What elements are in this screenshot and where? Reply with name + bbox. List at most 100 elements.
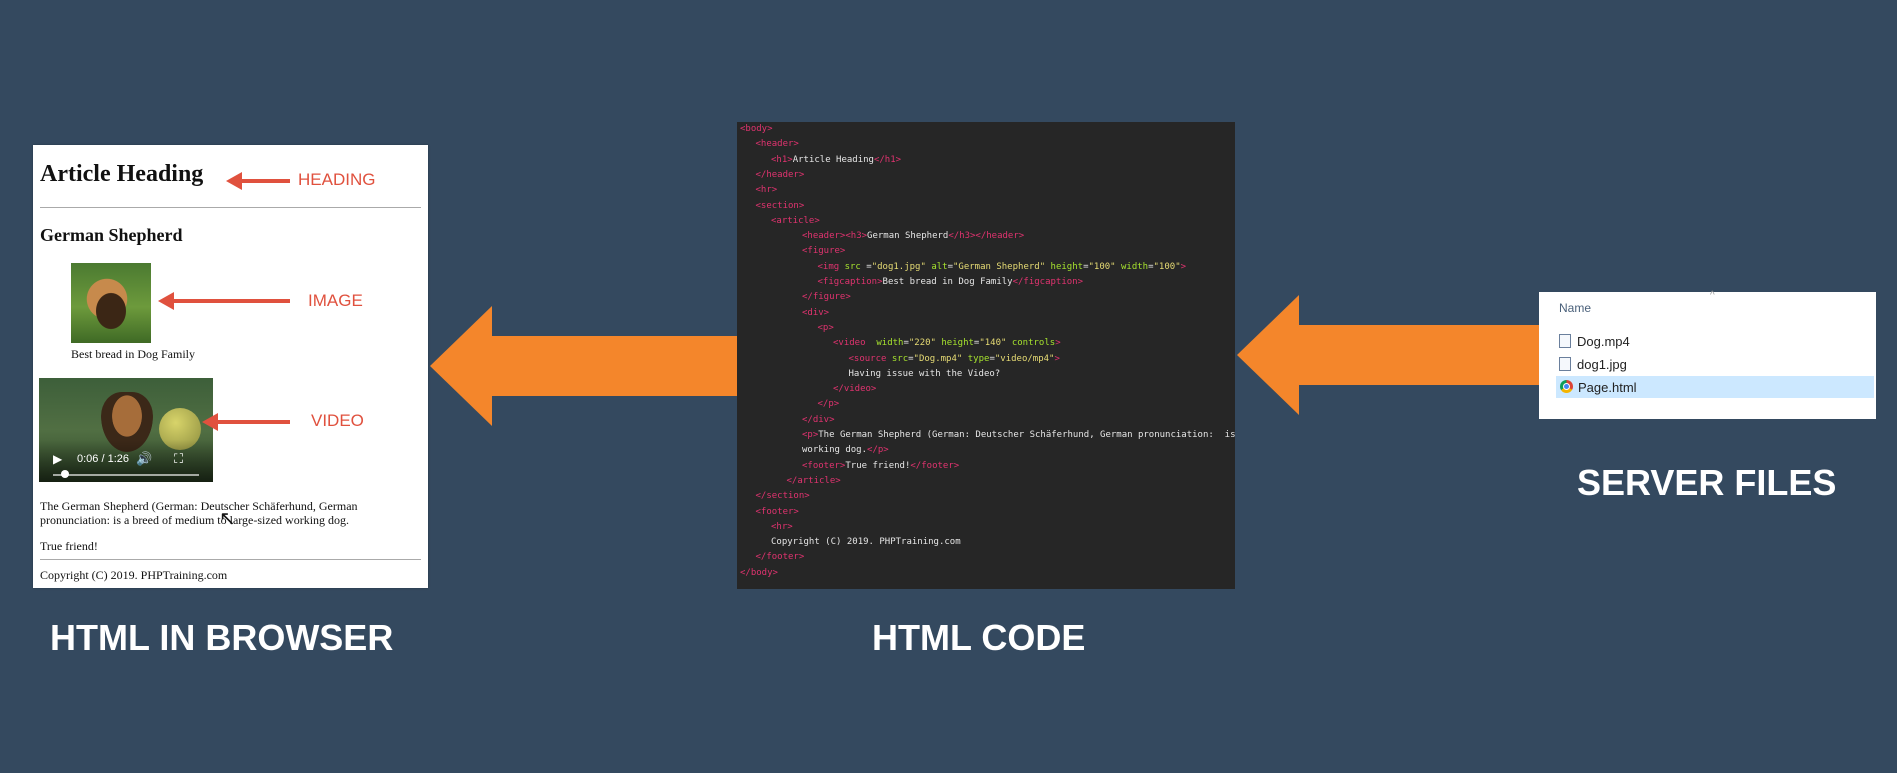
files-to-code-arrow [1237,295,1539,415]
code-line: <video width="220" height="140" controls… [833,338,1061,348]
code-string: "100" [1153,261,1181,272]
code-text: German Shepherd [867,231,949,242]
browser-preview-panel: Article Heading HEADING German Shepherd … [33,145,428,588]
file-row[interactable]: Dog.mp4 [1555,330,1876,352]
code-text: working dog. [802,445,868,456]
code-attribute: alt [931,261,948,272]
code-tag: <figure> [802,246,846,257]
heading-pointer-arrow [226,172,290,190]
sort-chevron-icon[interactable]: ^ [1710,290,1715,301]
code-tag: <body> [740,124,773,134]
code-line: <img src ="dog1.jpg" alt="German Shepher… [818,262,1187,272]
file-name: Page.html [1578,380,1637,395]
image-file-icon [1559,357,1571,371]
code-label: HTML CODE [872,617,1086,658]
code-attribute: src [891,353,909,364]
code-to-browser-arrow [430,306,737,426]
video-annotation: VIDEO [311,411,364,430]
html-code-editor: <body> <header> <h1>Article Heading</h1> </… [737,122,1235,589]
code-text: Copyright (C) 2019. PHPTraining.com [771,537,961,548]
code-tag: </div> [802,414,835,425]
heading-divider [40,207,421,208]
code-text: True friend! [845,460,911,471]
files-label: SERVER FILES [1577,462,1837,503]
code-tag: </h3> [948,231,976,242]
browser-label: HTML IN BROWSER [50,617,394,658]
image-caption: Best bread in Dog Family [71,347,195,361]
image-pointer-arrow [158,292,290,310]
code-tag: <section> [755,200,805,211]
code-line: </figure> [802,292,851,302]
code-line: <footer> [756,507,799,517]
code-line: </body> [740,568,778,578]
video-controls: ▶ 0:06 / 1:26 🔊 ⛶ [39,440,213,482]
heading-annotation: HEADING [298,170,376,189]
page-copyright: Copyright (C) 2019. PHPTraining.com [40,568,228,582]
code-tag: </h1> [873,154,902,165]
code-tag: </figure> [802,292,851,303]
code-attribute: width [1121,261,1149,272]
code-tag: <h1> [771,154,793,165]
code-line: </section> [756,491,810,501]
code-line: <figcaption>Best bread in Dog Family</fi… [818,277,1084,287]
code-tag: <p> [802,430,819,440]
play-icon[interactable]: ▶ [53,452,62,466]
code-line: </video> [833,384,876,394]
code-line: </p> [818,399,840,409]
code-tag: <hr> [755,185,778,196]
code-line: <header><h3>German Shepherd</h3></header… [802,231,1024,241]
image-annotation: IMAGE [308,291,363,310]
code-tag: </body> [740,567,778,578]
file-name: dog1.jpg [1577,357,1627,372]
file-row[interactable]: dog1.jpg [1555,353,1876,375]
code-text: Article Heading [792,154,874,165]
code-line: <source src="Dog.mp4" type="video/mp4"> [849,354,1060,364]
code-tag: <hr> [771,521,793,532]
code-attribute: height [1050,261,1084,272]
code-text: Best bread in Dog Family [882,277,1013,287]
code-attribute: src [844,261,861,272]
code-attribute: type [967,353,990,364]
volume-icon[interactable]: 🔊 [136,451,152,467]
code-tag: <article> [771,215,820,226]
name-column-header[interactable]: Name [1559,301,1591,315]
code-text: The German Shepherd (German: Deutscher S… [818,430,1235,440]
code-line: <body> [740,124,773,134]
code-tag: </p> [867,445,889,456]
footer-divider [40,559,421,560]
code-tag: <header> [755,139,799,150]
code-to-browser-arrowhead [430,306,492,426]
code-string: "140" [979,338,1007,349]
dog-image [71,263,151,343]
code-tag: <figcaption> [817,277,883,287]
file-name: Dog.mp4 [1577,334,1630,349]
video-player[interactable]: ▶ 0:06 / 1:26 🔊 ⛶ [39,378,213,482]
files-to-code-arrowhead [1237,295,1299,415]
code-tag: </video> [833,384,877,395]
video-progress-knob[interactable] [61,470,69,478]
code-tag: > [1180,261,1187,272]
file-row-selected[interactable]: Page.html [1556,376,1874,398]
code-text: Having issue with the Video? [848,368,1001,379]
code-line: Having issue with the Video? [849,369,1001,379]
code-tag: </footer> [910,460,960,471]
code-line: <header> [756,139,799,149]
code-tag: <div> [802,307,830,318]
code-tag: </header> [975,231,1025,242]
article-footer-text: True friend! [40,539,98,553]
code-line: <hr> [756,185,778,195]
code-line: <section> [756,201,805,211]
code-string: "video/mp4" [994,353,1055,364]
code-attribute: controls [1011,338,1056,349]
code-tag: <source [848,353,892,364]
code-string: "dog1.jpg" [871,261,926,272]
code-tag: <footer> [802,460,846,471]
video-progress-track[interactable] [53,474,199,476]
code-line: <article> [771,216,820,226]
files-to-code-shaft [1297,325,1539,385]
code-line: <h1>Article Heading</h1> [771,155,901,165]
code-to-browser-shaft [490,336,737,396]
code-string: "100" [1088,261,1116,272]
fullscreen-icon[interactable]: ⛶ [174,451,183,467]
code-line: </article> [787,476,841,486]
